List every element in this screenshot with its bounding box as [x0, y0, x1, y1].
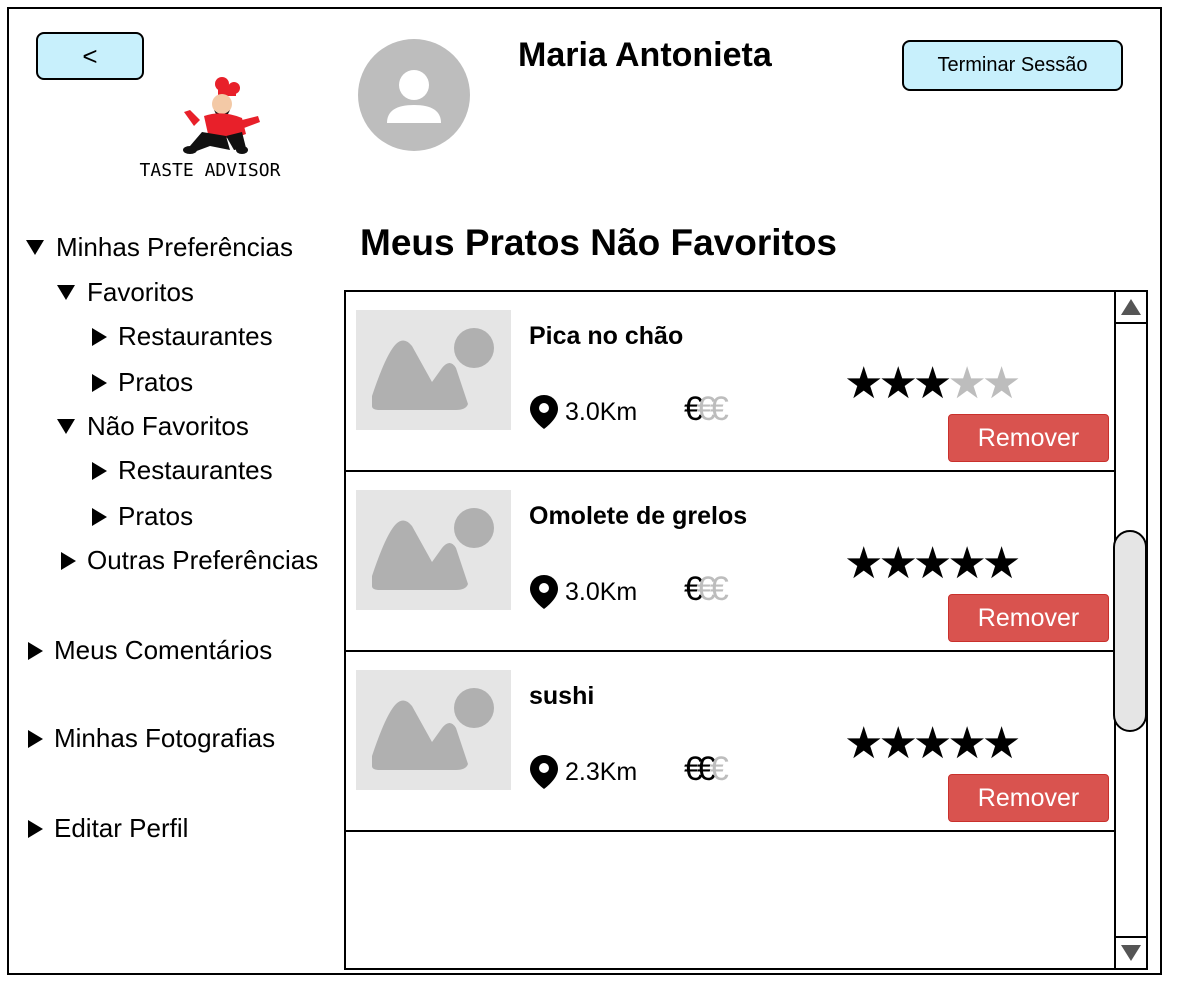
price-symbol-active: €	[696, 750, 716, 788]
avatar	[358, 39, 470, 151]
location-pin-icon	[530, 575, 558, 609]
caret-right-icon	[92, 373, 107, 392]
price-level: € € €	[684, 390, 729, 429]
caret-right-icon	[61, 551, 76, 570]
scroll-thumb[interactable]	[1113, 530, 1146, 732]
nav-fav-dishes[interactable]: Pratos	[92, 367, 193, 398]
username: Maria Antonieta	[518, 36, 772, 74]
price-symbol-active: €	[684, 570, 703, 608]
scrollbar[interactable]	[1113, 292, 1146, 968]
nav-my-preferences[interactable]: Minhas Preferências	[26, 232, 293, 263]
rating-stars: ★ ★ ★ ★ ★	[844, 362, 1021, 406]
caret-down-icon	[57, 419, 75, 434]
nav-non-favorites[interactable]: Não Favoritos	[57, 411, 249, 442]
price-symbol-inactive: €	[696, 570, 716, 608]
scroll-down-button[interactable]	[1116, 936, 1146, 968]
distance-value: 3.0Km	[565, 577, 638, 606]
scroll-up-button[interactable]	[1116, 292, 1146, 324]
caret-right-icon	[92, 327, 107, 346]
location-pin-icon	[530, 395, 558, 429]
price-symbol-inactive: €	[709, 750, 729, 788]
dish-list: Pica no chão 3.0Km € € € ★ ★ ★ ★ ★ Remover Omo…	[344, 290, 1148, 970]
logout-button[interactable]: Terminar Sessão	[902, 40, 1123, 91]
nav-label: Editar Perfil	[54, 813, 189, 843]
location-pin-icon	[530, 755, 558, 789]
price-symbol-inactive: €	[709, 570, 729, 608]
taste-advisor-logo: TASTE ADVISOR	[130, 76, 290, 186]
dish-name: Pica no chão	[529, 322, 684, 350]
nav-label: Minhas Fotografias	[54, 723, 276, 753]
distance-value: 2.3Km	[565, 757, 638, 786]
distance: 3.0Km	[529, 394, 637, 430]
user-icon	[387, 70, 441, 123]
star-filled-icon: ★	[981, 719, 1022, 768]
image-placeholder-icon	[356, 310, 511, 430]
price-symbol-active: €	[684, 390, 703, 428]
distance-value: 3.0Km	[565, 397, 638, 426]
caret-down-icon	[26, 240, 44, 255]
price-symbol-inactive: €	[696, 390, 716, 428]
caret-right-icon	[28, 641, 43, 660]
nav-label: Pratos	[118, 501, 194, 531]
rating-stars: ★ ★ ★ ★ ★	[844, 722, 1021, 766]
nav-nonfav-dishes[interactable]: Pratos	[92, 501, 193, 532]
nav-label: Não Favoritos	[87, 411, 249, 441]
distance: 3.0Km	[529, 574, 637, 610]
logo-text: TASTE ADVISOR	[139, 160, 281, 181]
dish-name: sushi	[529, 682, 595, 710]
list-item: sushi 2.3Km € € € ★ ★ ★ ★ ★ Remover	[346, 652, 1114, 832]
nav-label: Restaurantes	[118, 321, 273, 351]
star-filled-icon: ★	[981, 539, 1022, 588]
price-symbol-active: €	[684, 750, 703, 788]
caret-right-icon	[92, 507, 107, 526]
nav-fav-restaurants[interactable]: Restaurantes	[92, 321, 273, 352]
caret-right-icon	[28, 819, 43, 838]
nav-label: Favoritos	[87, 277, 194, 307]
nav-my-photos[interactable]: Minhas Fotografias	[28, 723, 275, 754]
image-placeholder-icon	[356, 490, 511, 610]
price-level: € € €	[684, 570, 729, 609]
page-title: Meus Pratos Não Favoritos	[360, 222, 838, 263]
list-item: Omolete de grelos 3.0Km € € € ★ ★ ★ ★ ★ Remove…	[346, 472, 1114, 652]
nav-other-preferences[interactable]: Outras Preferências	[61, 545, 318, 576]
list-item: Pica no chão 3.0Km € € € ★ ★ ★ ★ ★ Remover	[346, 292, 1114, 472]
distance: 2.3Km	[529, 754, 637, 790]
dish-name: Omolete de grelos	[529, 502, 748, 530]
remove-button[interactable]: Remover	[948, 774, 1109, 822]
caret-right-icon	[28, 729, 43, 748]
arrow-up-icon	[1121, 299, 1141, 315]
nav-label: Restaurantes	[118, 455, 273, 485]
caret-down-icon	[57, 285, 75, 300]
nav-nonfav-restaurants[interactable]: Restaurantes	[92, 455, 273, 486]
nav-favorites[interactable]: Favoritos	[57, 277, 194, 308]
nav-label: Minhas Preferências	[56, 232, 293, 262]
chef-logo-icon	[183, 77, 260, 154]
nav-label: Outras Preferências	[87, 545, 319, 575]
caret-right-icon	[92, 461, 107, 480]
nav-edit-profile[interactable]: Editar Perfil	[28, 813, 188, 844]
nav-label: Meus Comentários	[54, 635, 273, 665]
price-symbol-inactive: €	[709, 390, 729, 428]
arrow-down-icon	[1121, 945, 1141, 961]
rating-stars: ★ ★ ★ ★ ★	[844, 542, 1021, 586]
price-level: € € €	[684, 750, 729, 789]
remove-button[interactable]: Remover	[948, 594, 1109, 642]
nav-label: Pratos	[118, 367, 194, 397]
back-button[interactable]: <	[36, 32, 144, 80]
remove-button[interactable]: Remover	[948, 414, 1109, 462]
nav-my-comments[interactable]: Meus Comentários	[28, 635, 272, 666]
star-empty-icon: ★	[981, 359, 1022, 408]
image-placeholder-icon	[356, 670, 511, 790]
